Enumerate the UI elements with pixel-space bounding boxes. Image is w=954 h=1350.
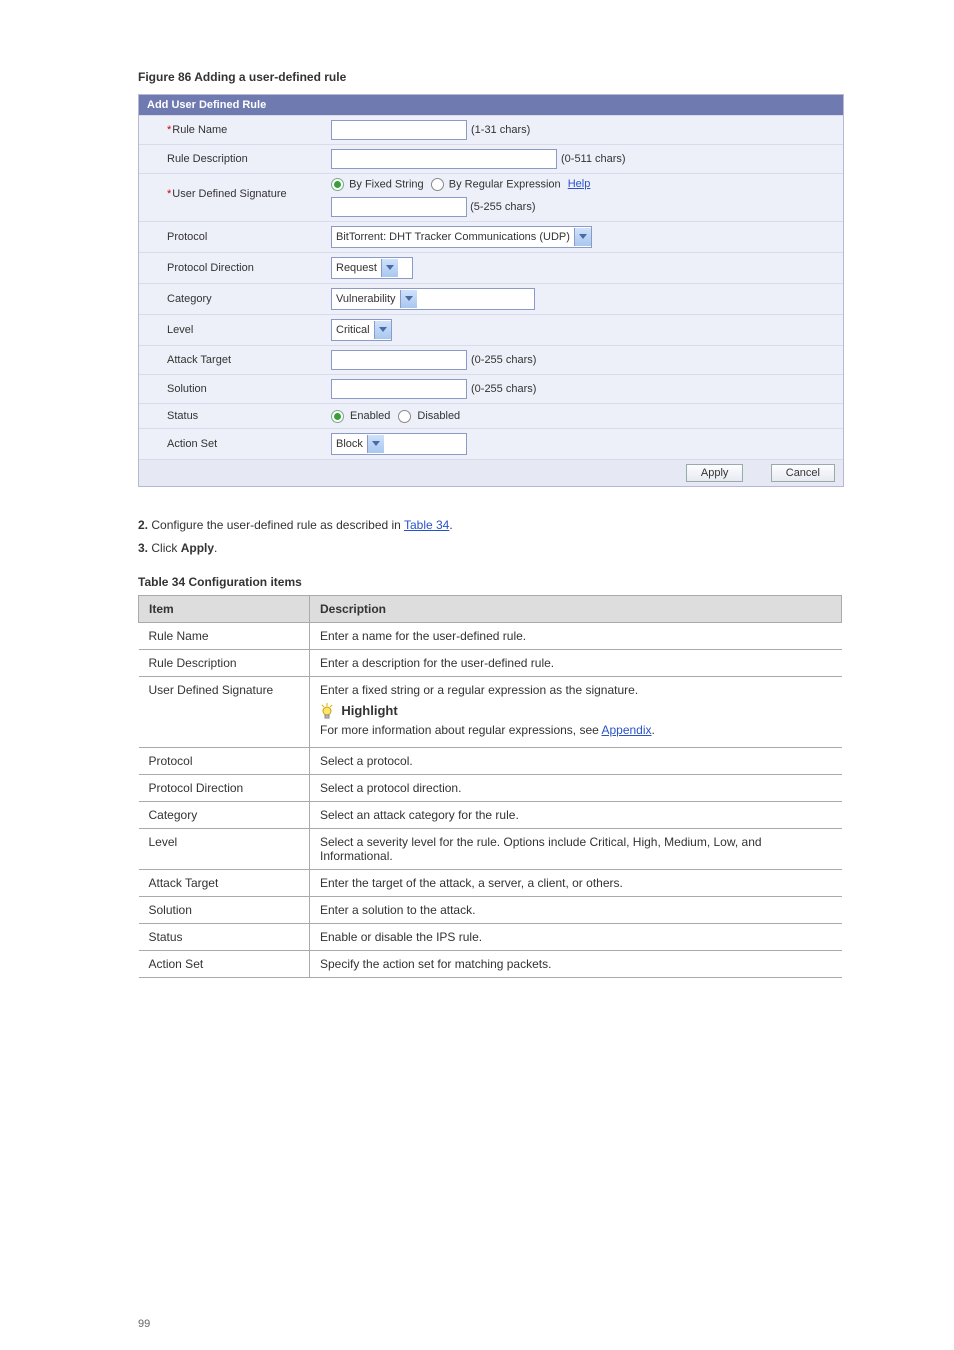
add-rule-panel: Add User Defined Rule *Rule Name (1-31 c… (138, 94, 844, 487)
actionset-label: Action Set (139, 432, 323, 456)
chevron-down-icon (374, 321, 391, 339)
radio-regex[interactable] (431, 178, 444, 191)
col-item: Item (139, 595, 310, 622)
table-row: Rule NameEnter a name for the user-defin… (139, 622, 842, 649)
rule-desc-input[interactable] (331, 149, 557, 169)
help-link[interactable]: Help (568, 178, 591, 190)
figure-caption: Figure 86 Adding a user-defined rule (138, 70, 954, 84)
status-label: Status (139, 404, 323, 428)
table-row: CategorySelect an attack category for th… (139, 802, 842, 829)
lightbulb-icon (320, 703, 334, 719)
solution-hint: (0-255 chars) (471, 383, 536, 395)
protdir-select[interactable]: Request (331, 257, 413, 279)
table-row: Attack TargetEnter the target of the att… (139, 870, 842, 897)
rule-desc-label: Rule Description (139, 147, 323, 171)
radio-regex-label: By Regular Expression (449, 178, 561, 190)
rule-name-hint: (1-31 chars) (471, 124, 530, 136)
cancel-button[interactable]: Cancel (771, 464, 835, 482)
table-row: StatusEnable or disable the IPS rule. (139, 924, 842, 951)
table-row: Action SetSpecify the action set for mat… (139, 951, 842, 978)
highlight-title: Highlight (341, 703, 397, 718)
user-sig-hint: (5-255 chars) (470, 201, 535, 213)
protocol-label: Protocol (139, 225, 323, 249)
step-3-text: 3. Click Apply. (138, 540, 842, 557)
radio-disabled-label: Disabled (417, 410, 460, 422)
table-row: Protocol DirectionSelect a protocol dire… (139, 775, 842, 802)
radio-enabled-label: Enabled (350, 410, 390, 422)
rule-name-label: *Rule Name (139, 118, 323, 142)
solution-input[interactable] (331, 379, 467, 399)
radio-enabled[interactable] (331, 410, 344, 423)
attack-target-label: Attack Target (139, 348, 323, 372)
radio-fixed-string-label: By Fixed String (349, 178, 424, 190)
attack-target-input[interactable] (331, 350, 467, 370)
step-2-text: 2. Configure the user-defined rule as de… (138, 517, 842, 534)
col-desc: Description (310, 595, 842, 622)
table-row: LevelSelect a severity level for the rul… (139, 829, 842, 870)
level-label: Level (139, 318, 323, 342)
appendix-link[interactable]: Appendix (601, 723, 651, 737)
radio-fixed-string[interactable] (331, 178, 344, 191)
protdir-label: Protocol Direction (139, 256, 323, 280)
user-sig-input[interactable] (331, 197, 467, 217)
chevron-down-icon (574, 228, 591, 246)
table-row: Rule DescriptionEnter a description for … (139, 649, 842, 676)
attack-target-hint: (0-255 chars) (471, 354, 536, 366)
apply-button[interactable]: Apply (686, 464, 744, 482)
protocol-select[interactable]: BitTorrent: DHT Tracker Communications (… (331, 226, 592, 248)
category-select[interactable]: Vulnerability (331, 288, 535, 310)
table-ref-link[interactable]: Table 34 (404, 518, 449, 532)
table-row: User Defined Signature Enter a fixed str… (139, 676, 842, 748)
category-label: Category (139, 287, 323, 311)
config-items-table: Item Description Rule NameEnter a name f… (138, 595, 842, 979)
table-row: ProtocolSelect a protocol. (139, 748, 842, 775)
rule-desc-hint: (0-511 chars) (561, 153, 626, 165)
actionset-select[interactable]: Block (331, 433, 467, 455)
chevron-down-icon (400, 290, 417, 308)
table-row: SolutionEnter a solution to the attack. (139, 897, 842, 924)
solution-label: Solution (139, 377, 323, 401)
level-select[interactable]: Critical (331, 319, 392, 341)
user-sig-label: *User Defined Signature (139, 174, 323, 206)
chevron-down-icon (367, 435, 384, 453)
table-caption: Table 34 Configuration items (138, 575, 954, 589)
rule-name-input[interactable] (331, 120, 467, 140)
page-number: 99 (138, 1318, 150, 1330)
radio-disabled[interactable] (398, 410, 411, 423)
panel-title: Add User Defined Rule (139, 95, 843, 115)
chevron-down-icon (381, 259, 398, 277)
